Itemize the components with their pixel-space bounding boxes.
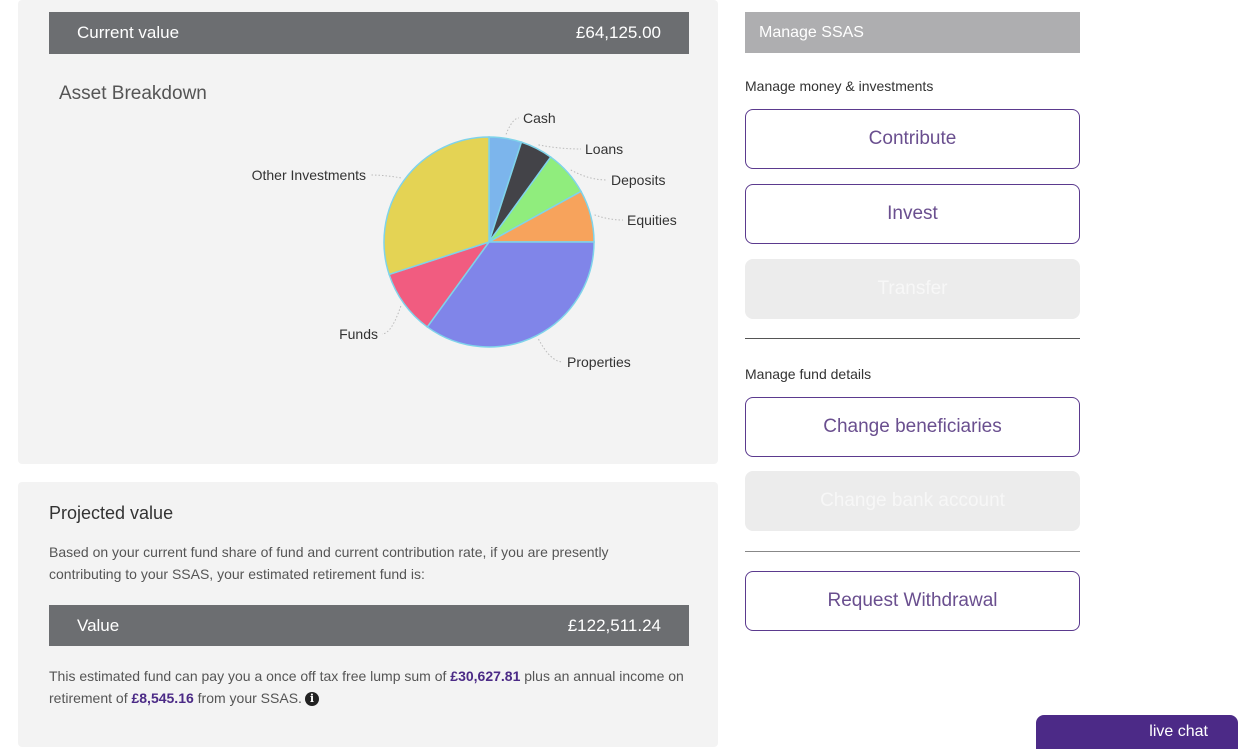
- info-icon[interactable]: i: [304, 692, 319, 707]
- manage-ssas-header: Manage SSAS: [745, 12, 1080, 53]
- pie-label-deposits: Deposits: [611, 172, 665, 188]
- value-label: Value: [77, 615, 120, 635]
- pie-label-properties: Properties: [567, 354, 631, 370]
- live-chat-button[interactable]: live chat: [1036, 715, 1238, 749]
- pie-connector: [538, 144, 582, 150]
- request-withdrawal-button[interactable]: Request Withdrawal: [745, 571, 1080, 631]
- pie-connector: [505, 117, 520, 135]
- pie-label-cash: Cash: [523, 110, 556, 126]
- lump-sum-text: This estimated fund can pay you a once o…: [49, 665, 689, 709]
- pie-connector: [381, 305, 402, 335]
- transfer-button[interactable]: Transfer: [745, 259, 1080, 319]
- section-divider: [745, 338, 1080, 339]
- pie-connector: [570, 169, 608, 181]
- manage-money-label: Manage money & investments: [745, 78, 934, 94]
- lump-suffix: from your SSAS.: [193, 690, 302, 706]
- section-divider: [745, 551, 1080, 552]
- projected-value-title: Projected value: [49, 503, 174, 523]
- pie-label-loans: Loans: [585, 141, 623, 157]
- pie-label-other-investments: Other Investments: [252, 167, 366, 183]
- annual-income-amount: £8,545.16: [131, 690, 194, 706]
- contribute-button[interactable]: Contribute: [745, 109, 1080, 169]
- change-bank-account-button[interactable]: Change bank account: [745, 471, 1080, 531]
- lump-sum-amount: £30,627.81: [450, 668, 521, 684]
- projected-description: Based on your current fund share of fund…: [49, 544, 609, 582]
- pie-label-funds: Funds: [339, 326, 378, 342]
- pie-label-equities: Equities: [627, 212, 677, 228]
- manage-fund-label: Manage fund details: [745, 366, 872, 382]
- invest-button[interactable]: Invest: [745, 184, 1080, 244]
- pie-connector: [538, 338, 564, 363]
- projected-value-bar: Value £122,511.24: [49, 605, 689, 646]
- asset-pie-chart: Cash Loans Deposits Equities Properties Funds…: [252, 110, 677, 370]
- pie-connector: [369, 174, 401, 179]
- pie-connector: [594, 214, 624, 221]
- value-amount: £122,511.24: [567, 615, 661, 635]
- change-beneficiaries-button[interactable]: Change beneficiaries: [745, 397, 1080, 457]
- lump-prefix: This estimated fund can pay you a once o…: [49, 668, 451, 684]
